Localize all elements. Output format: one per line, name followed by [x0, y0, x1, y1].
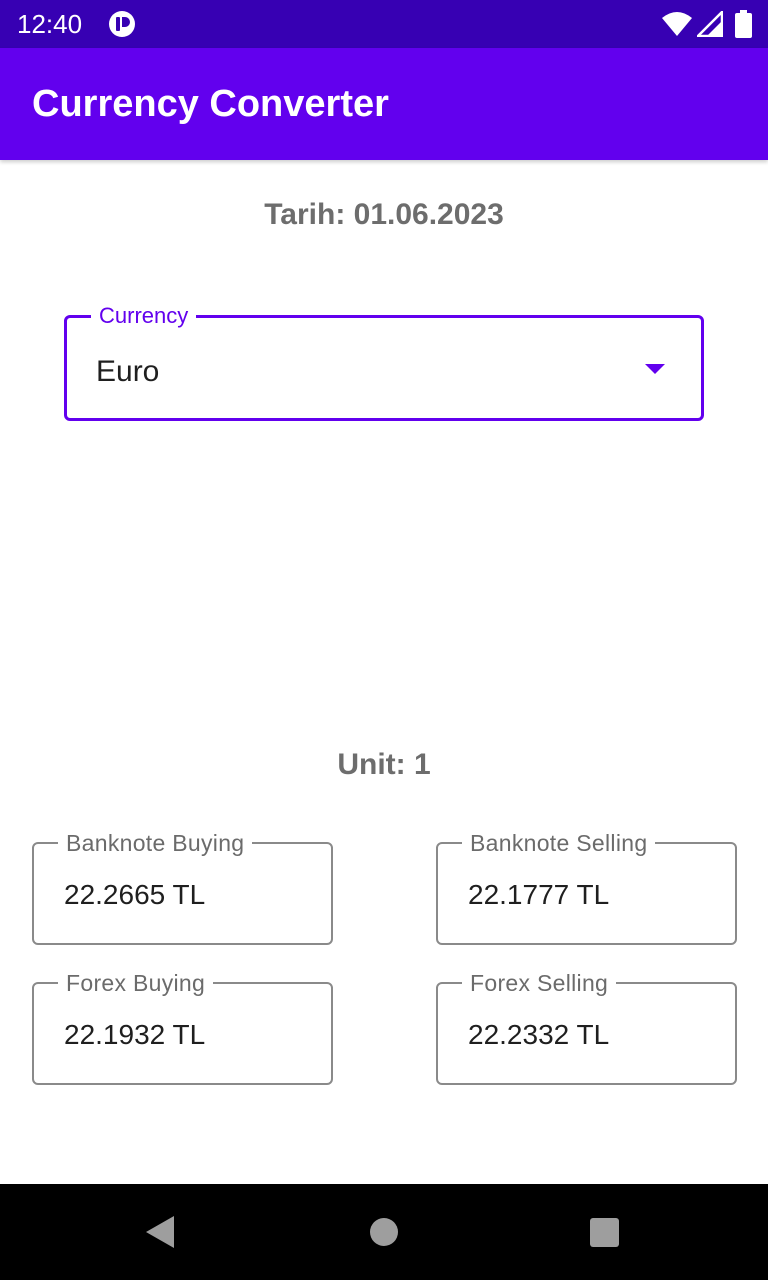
forex-selling-field[interactable]: Forex Selling 22.2332 TL: [436, 968, 737, 1085]
cell-signal-icon: [697, 11, 723, 37]
recents-icon[interactable]: [590, 1218, 619, 1247]
banknote-buying-field[interactable]: Banknote Buying 22.2665 TL: [32, 828, 333, 945]
banknote-selling-field[interactable]: Banknote Selling 22.1777 TL: [436, 828, 737, 945]
banknote-buying-value: 22.2665 TL: [64, 879, 206, 910]
currency-selected-value: Euro: [96, 355, 160, 388]
forex-buying-field[interactable]: Forex Buying 22.1932 TL: [32, 968, 333, 1085]
back-icon[interactable]: [146, 1216, 174, 1248]
currency-dropdown-label: Currency: [91, 301, 197, 331]
dropdown-arrow-icon[interactable]: [645, 364, 665, 374]
unit-label: Unit: 1: [337, 748, 431, 781]
status-bar: 12:40: [0, 0, 768, 48]
forex-buying-label: Forex Buying: [58, 968, 214, 998]
date-label: Tarih: 01.06.2023: [264, 198, 504, 231]
app-title: Currency Converter: [32, 83, 389, 125]
app-notification-icon: [109, 11, 135, 37]
home-icon[interactable]: [370, 1218, 398, 1246]
forex-buying-value: 22.1932 TL: [64, 1019, 206, 1050]
battery-icon: [735, 10, 752, 38]
app-bar: Currency Converter: [0, 48, 768, 160]
forex-selling-label: Forex Selling: [462, 968, 617, 998]
banknote-selling-value: 22.1777 TL: [468, 879, 610, 910]
wifi-icon: [662, 12, 692, 36]
banknote-buying-label: Banknote Buying: [58, 828, 253, 858]
currency-dropdown[interactable]: Currency Euro: [64, 301, 704, 421]
status-time: 12:40: [17, 9, 83, 39]
forex-selling-value: 22.2332 TL: [468, 1019, 610, 1050]
banknote-selling-label: Banknote Selling: [462, 828, 656, 858]
